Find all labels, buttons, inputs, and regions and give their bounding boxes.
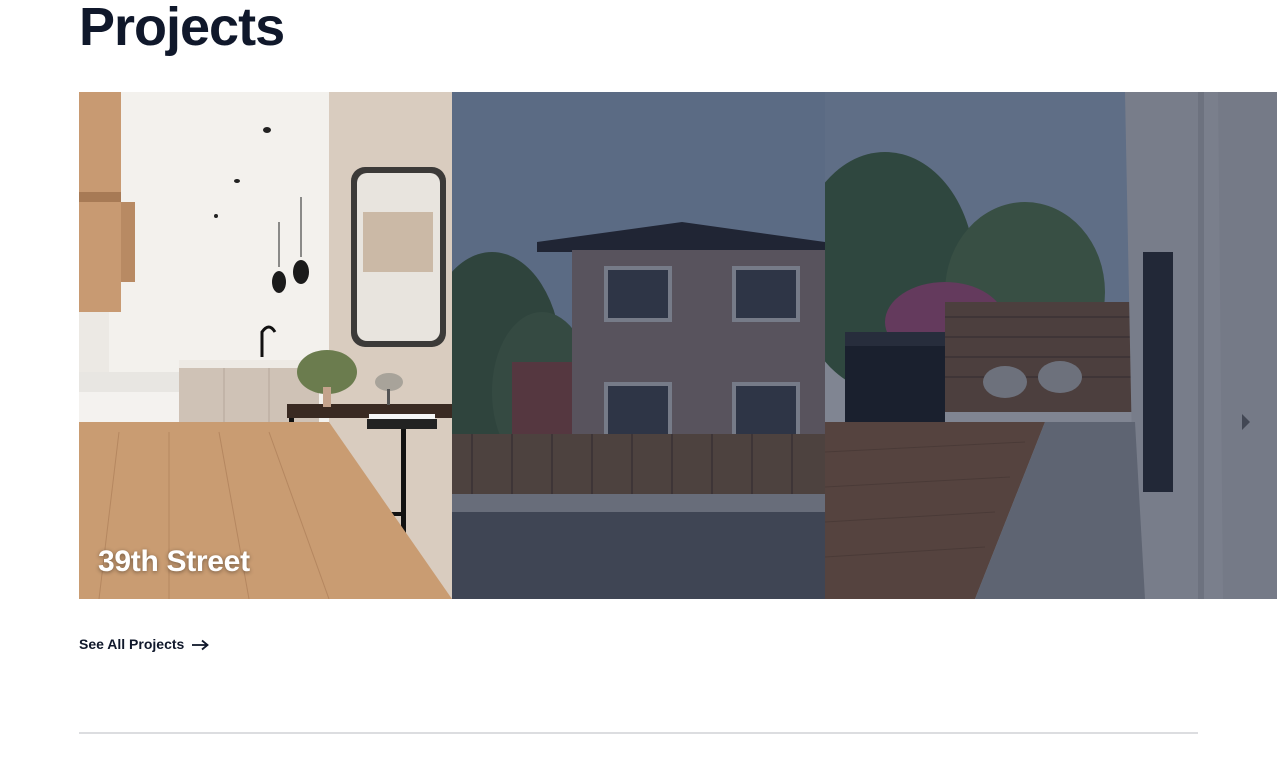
card-dim-overlay: [452, 92, 825, 599]
projects-carousel[interactable]: 39th Street: [79, 92, 1277, 599]
project-card-3[interactable]: [825, 92, 1198, 599]
see-all-projects-label: See All Projects: [79, 636, 185, 652]
see-all-projects-link[interactable]: See All Projects: [79, 636, 210, 652]
project-card-2[interactable]: [452, 92, 825, 599]
project-card-title: 39th Street: [98, 545, 250, 578]
project-card-4[interactable]: [1198, 92, 1277, 599]
projects-section: Projects 39th Street See All Projects: [0, 0, 1277, 766]
card-dim-overlay: [1198, 92, 1277, 599]
section-divider: [79, 732, 1198, 734]
project-image-kitchen: [79, 92, 452, 599]
arrow-right-icon: [191, 638, 210, 651]
card-dim-overlay: [825, 92, 1198, 599]
project-card-39th-street[interactable]: 39th Street: [79, 92, 452, 599]
section-title: Projects: [79, 0, 285, 57]
